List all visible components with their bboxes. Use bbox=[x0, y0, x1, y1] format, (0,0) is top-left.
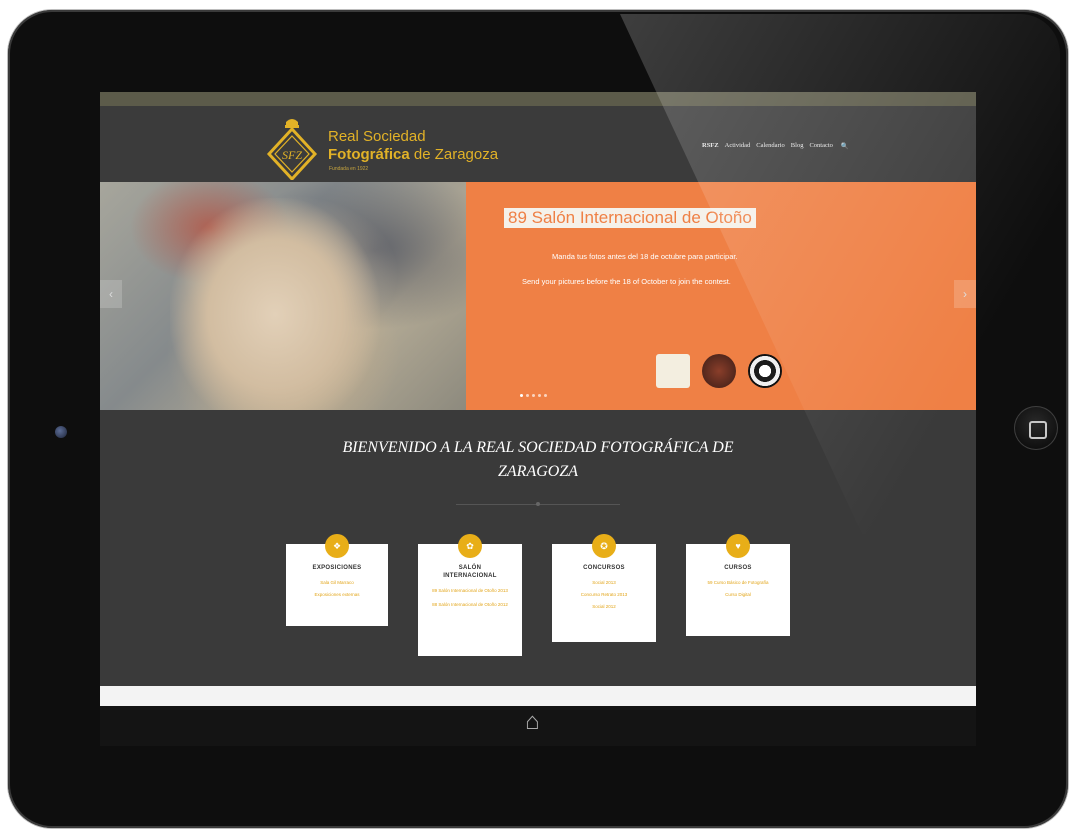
shield-logo-badge bbox=[702, 354, 736, 388]
figure-shape bbox=[170, 198, 380, 410]
slider-prev-button[interactable]: ‹ bbox=[100, 280, 122, 308]
card-concursos[interactable]: ✪ CONCURSOS Social 2013 Concurso Retrato… bbox=[552, 534, 656, 642]
nav-item-actividad[interactable]: Actividad bbox=[725, 142, 751, 150]
card-link[interactable]: Exposiciones externas bbox=[286, 592, 388, 598]
exposiciones-icon: ❖ bbox=[325, 534, 349, 558]
card-salon-internacional[interactable]: ✿ SALÓN INTERNACIONAL 89 Salón Internaci… bbox=[418, 534, 522, 656]
slide-text-es: Manda tus fotos antes del 18 de octubre … bbox=[552, 252, 738, 261]
card-title: CONCURSOS bbox=[583, 565, 625, 571]
search-icon[interactable]: 🔍 bbox=[841, 142, 849, 150]
top-bar bbox=[100, 92, 976, 106]
brand-name-line1[interactable]: Real Sociedad bbox=[328, 128, 426, 145]
slider-dots bbox=[520, 394, 547, 397]
home-icon[interactable]: ⌂ bbox=[525, 710, 540, 734]
card-link[interactable]: 89 Salón Internacional de Otoño 2013 bbox=[418, 588, 522, 594]
screen: SFZ Real Sociedad Fotográfica de Zaragoz… bbox=[100, 92, 976, 746]
card-cursos[interactable]: ♥ CURSOS 59 Curso Básico de Fotografía C… bbox=[686, 534, 790, 636]
home-button[interactable] bbox=[1014, 406, 1058, 450]
brand-name-line2[interactable]: Fotográfica de Zaragoza bbox=[328, 146, 498, 163]
welcome-heading: BIENVENIDO A LA REAL SOCIEDAD FOTOGRÁFIC… bbox=[100, 436, 976, 484]
card-link[interactable]: Social 2013 bbox=[552, 580, 656, 586]
slide-panel: 89 Salón Internacional de Otoño Manda tu… bbox=[466, 182, 976, 410]
slide-photo bbox=[100, 182, 466, 410]
salon-icon: ✿ bbox=[458, 534, 482, 558]
nav-item-rsfz[interactable]: RSFZ bbox=[702, 142, 719, 150]
slide-text-en: Send your pictures before the 18 of Octo… bbox=[522, 277, 731, 286]
site-header: SFZ Real Sociedad Fotográfica de Zaragoz… bbox=[100, 106, 976, 182]
welcome-line2: ZARAGOZA bbox=[498, 463, 578, 480]
slider-dot[interactable] bbox=[532, 394, 535, 397]
browser-bottom-bar: ⌂ bbox=[100, 706, 976, 746]
welcome-line1: BIENVENIDO A LA REAL SOCIEDAD FOTOGRÁFIC… bbox=[342, 439, 734, 456]
logo-icon[interactable]: SFZ bbox=[266, 116, 318, 180]
slider-dot[interactable] bbox=[526, 394, 529, 397]
nav-item-blog[interactable]: Blog bbox=[791, 142, 804, 150]
card-link[interactable]: 59 Curso Básico de Fotografía bbox=[686, 580, 790, 586]
logo-badges bbox=[656, 354, 782, 388]
hero-slider: 89 Salón Internacional de Otoño Manda tu… bbox=[100, 182, 976, 410]
divider-dot bbox=[536, 502, 540, 506]
card-link[interactable]: Social 2012 bbox=[552, 604, 656, 610]
camera-icon bbox=[55, 426, 67, 438]
card-exposiciones[interactable]: ❖ EXPOSICIONES Sala Gil Marraco Exposici… bbox=[286, 534, 388, 626]
slide-title[interactable]: 89 Salón Internacional de Otoño bbox=[504, 208, 756, 228]
slider-dot[interactable] bbox=[544, 394, 547, 397]
rsfz-logo-badge bbox=[656, 354, 690, 388]
card-link[interactable]: Concurso Retrato 2013 bbox=[552, 592, 656, 598]
card-link[interactable]: Sala Gil Marraco bbox=[286, 580, 388, 586]
nav-item-calendario[interactable]: Calendario bbox=[756, 142, 785, 150]
card-title: SALÓN INTERNACIONAL bbox=[443, 565, 497, 579]
card-link[interactable]: Curso Digital bbox=[686, 592, 790, 598]
footer-strip bbox=[100, 686, 976, 706]
target-logo-badge bbox=[748, 354, 782, 388]
card-title: EXPOSICIONES bbox=[312, 565, 362, 571]
slider-dot[interactable] bbox=[538, 394, 541, 397]
nav-item-contacto[interactable]: Contacto bbox=[809, 142, 832, 150]
main-nav: RSFZ Actividad Calendario Blog Contacto … bbox=[702, 142, 849, 150]
svg-text:SFZ: SFZ bbox=[282, 148, 302, 162]
heart-icon: ♥ bbox=[726, 534, 750, 558]
card-link[interactable]: 88 Salón Internacional de Otoño 2012 bbox=[418, 602, 522, 608]
slider-dot[interactable] bbox=[520, 394, 523, 397]
concursos-icon: ✪ bbox=[592, 534, 616, 558]
card-title: CURSOS bbox=[724, 565, 752, 571]
slider-next-button[interactable]: › bbox=[954, 280, 976, 308]
brand-subtitle: Fundada en 1922 bbox=[329, 166, 369, 172]
